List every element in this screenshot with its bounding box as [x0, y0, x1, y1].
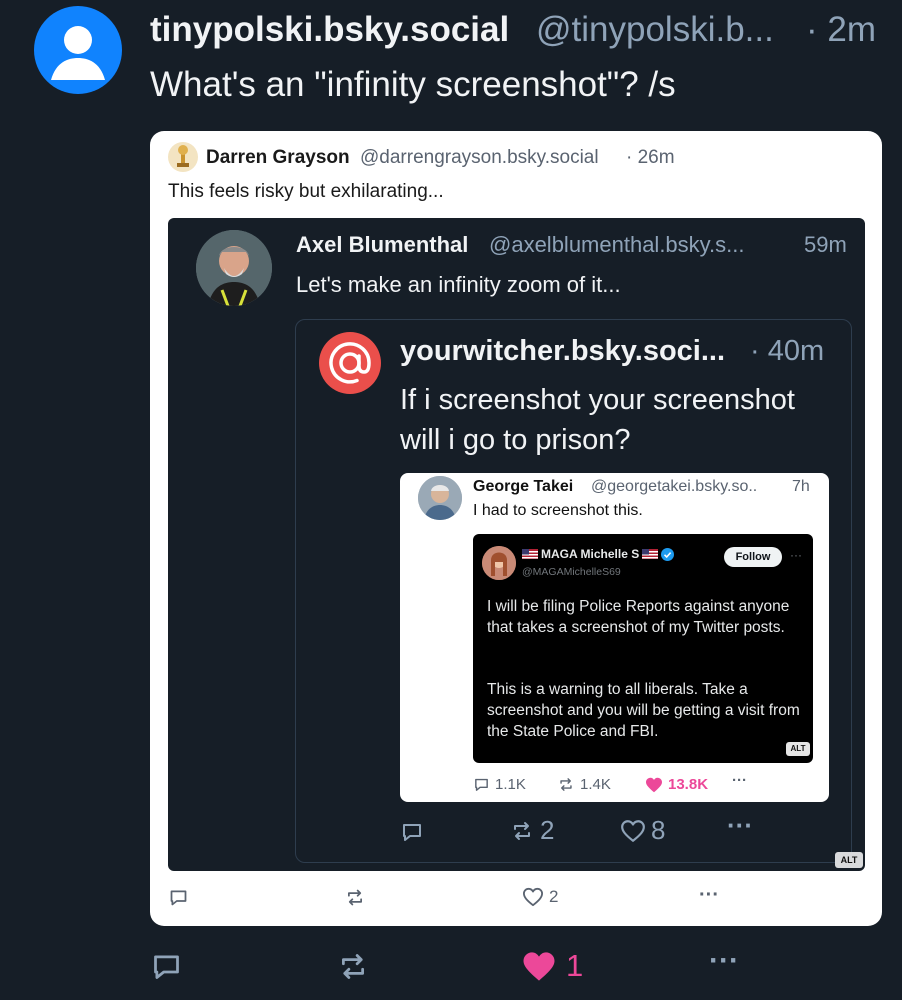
screenshot-alt-badge: ALT	[835, 852, 863, 868]
george-reposts-count: 1.4K	[580, 776, 611, 793]
user-avatar[interactable]	[34, 6, 122, 94]
tweet-author-label: MAGA Michelle S	[541, 547, 640, 561]
repost-icon	[560, 778, 572, 791]
like-count: 1	[566, 948, 584, 983]
darren-text: This feels risky but exhilarating...	[168, 181, 444, 202]
like-button[interactable]: 1	[522, 948, 583, 984]
flag-icon	[522, 549, 538, 559]
trophy-avatar-icon	[177, 145, 189, 167]
post-text: What's an "infinity screenshot"? /s	[150, 65, 676, 104]
yourwitcher-avatar	[319, 332, 381, 394]
heart-icon	[523, 887, 543, 907]
darren-reply	[168, 887, 189, 908]
george-handle: @georgetakei.bsky.so..	[591, 478, 758, 495]
axel-timestamp: 59m	[804, 232, 847, 257]
george-name: George Takei	[473, 478, 574, 495]
darren-likes: 2	[522, 887, 558, 907]
heart-icon	[646, 777, 662, 792]
yourwitcher-likes-count: 8	[651, 815, 666, 845]
reply-icon	[475, 778, 488, 791]
yourwitcher-timestamp: · 40m	[750, 335, 825, 367]
darren-timestamp: · 26m	[626, 147, 675, 168]
george-reposts: 1.4K	[557, 776, 611, 793]
reply-icon	[403, 824, 421, 841]
repost-button[interactable]	[336, 950, 370, 983]
yourwitcher-more-icon: ···	[727, 810, 753, 840]
axel-avatar	[196, 230, 272, 306]
heart-icon	[523, 951, 555, 981]
george-more-icon: ···	[732, 772, 747, 789]
george-replies-count: 1.1K	[495, 776, 526, 793]
yourwitcher-reposts: 2	[509, 815, 554, 846]
more-options-button[interactable]: ···	[709, 944, 739, 978]
tweet-author-name: MAGA Michelle S	[522, 547, 675, 561]
darren-repost	[344, 887, 366, 908]
george-timestamp: 7h	[792, 478, 810, 495]
tweet-paragraph-2: This is a warning to all liberals. Take …	[487, 681, 800, 740]
at-sign-icon	[329, 342, 371, 384]
tweet-more-icon: ···	[790, 548, 802, 562]
author-name[interactable]: tinypolski.bsky.social	[150, 10, 509, 50]
axel-handle: @axelblumenthal.bsky.s...	[489, 232, 745, 257]
reply-icon	[154, 955, 179, 979]
follow-button: Follow	[724, 547, 782, 567]
yourwitcher-likes: 8	[620, 815, 665, 846]
repost-icon	[514, 821, 530, 840]
axel-name: Axel Blumenthal	[296, 232, 469, 257]
tweet-alt-badge: ALT	[786, 742, 810, 756]
tweet-paragraph-1: I will be filing Police Reports against …	[487, 598, 790, 636]
reply-button[interactable]	[150, 950, 183, 983]
flag-icon	[642, 549, 659, 559]
darren-avatar	[168, 142, 198, 172]
verified-icon	[661, 547, 675, 561]
repost-icon	[342, 954, 364, 979]
george-likes-count: 13.8K	[668, 776, 709, 793]
author-handle[interactable]: @tinypolski.b...	[536, 10, 794, 50]
george-text: I had to screenshot this.	[473, 502, 643, 519]
george-replies: 1.1K	[473, 776, 526, 793]
person-photo-icon	[418, 476, 462, 520]
tweet-author-handle: @MAGAMichelleS69	[522, 566, 621, 578]
heart-icon	[621, 819, 645, 842]
yourwitcher-text: If i screenshot your screenshot will i g…	[400, 384, 795, 456]
george-likes: 13.8K	[645, 776, 708, 793]
tweet-avatar	[482, 546, 516, 580]
person-photo-icon	[196, 230, 272, 306]
yourwitcher-reposts-count: 2	[540, 815, 555, 845]
axel-text: Let's make an infinity zoom of it...	[296, 272, 621, 297]
yourwitcher-name: yourwitcher.bsky.soci...	[400, 335, 726, 367]
repost-icon	[348, 889, 362, 906]
post-timestamp[interactable]: · 2m	[806, 10, 876, 50]
george-avatar	[418, 476, 462, 520]
darren-likes-count: 2	[549, 887, 559, 906]
reply-icon	[170, 890, 187, 906]
person-photo-icon	[482, 546, 516, 580]
darren-name: Darren Grayson	[206, 147, 350, 168]
yourwitcher-reply	[400, 820, 424, 844]
darren-more-icon: ···	[699, 884, 719, 906]
person-icon	[51, 26, 105, 80]
darren-handle: @darrengrayson.bsky.social	[360, 147, 599, 168]
